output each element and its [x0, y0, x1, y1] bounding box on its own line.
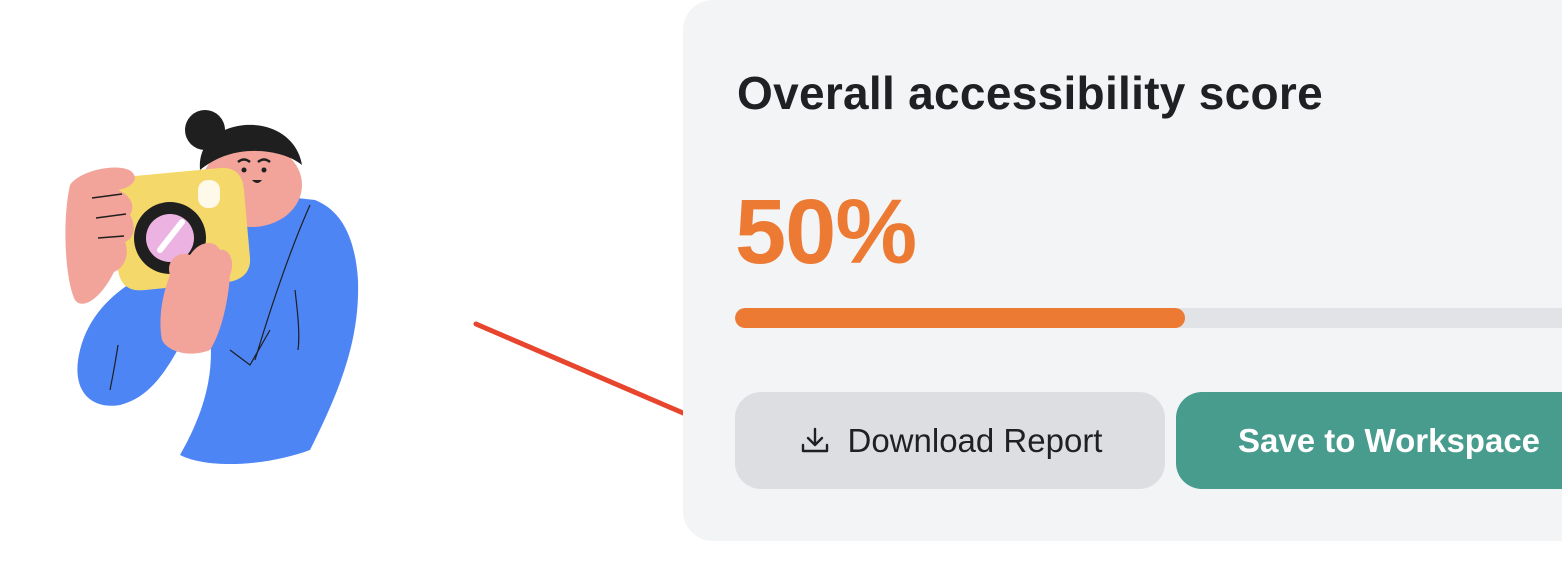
download-report-label: Download Report: [847, 421, 1103, 459]
download-icon: [801, 427, 828, 452]
score-progress-fill: [735, 308, 1185, 328]
save-to-workspace-label: Save to Workspace: [1238, 421, 1541, 459]
score-percentage: 50%: [735, 181, 917, 283]
person-with-camera-illustration: [65, 110, 359, 465]
score-progress-bar: [735, 308, 1562, 328]
download-report-button[interactable]: Download Report: [735, 392, 1165, 489]
accessibility-score-card: Overall accessibility score 50% Download…: [683, 0, 1562, 541]
save-to-workspace-button[interactable]: Save to Workspace: [1176, 392, 1562, 489]
card-title: Overall accessibility score: [737, 67, 1324, 119]
page: Overall accessibility score 50% Download…: [0, 0, 1562, 562]
